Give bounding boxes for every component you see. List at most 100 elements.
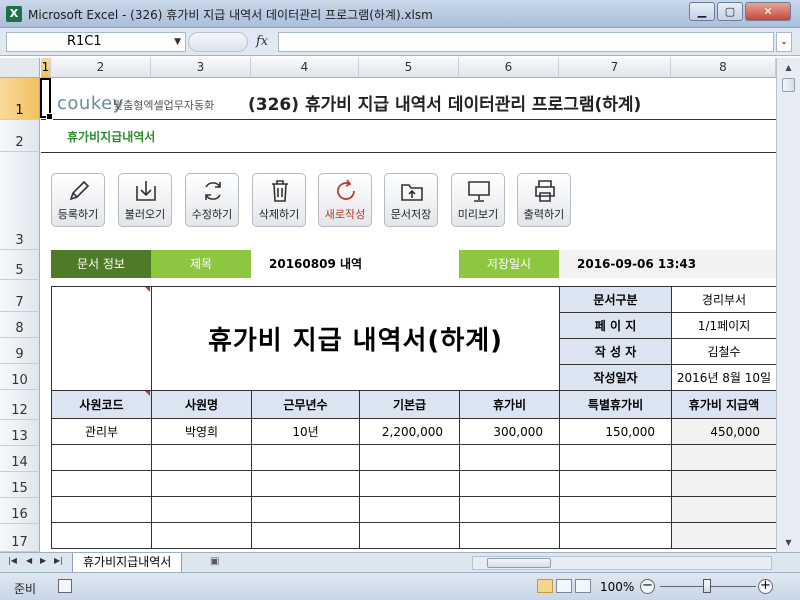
- row-header-16[interactable]: 16: [0, 498, 40, 524]
- empty-cell[interactable]: [458, 444, 561, 471]
- row-header-14[interactable]: 14: [0, 446, 40, 472]
- save-document-button[interactable]: 문서저장: [384, 173, 438, 227]
- empty-cell[interactable]: [251, 470, 360, 497]
- excel-app-icon[interactable]: X: [6, 6, 22, 22]
- doc-title-value[interactable]: 20160809 내역: [251, 250, 459, 278]
- empty-cell[interactable]: [458, 470, 561, 497]
- select-all-corner[interactable]: [0, 58, 40, 78]
- meta-value-category[interactable]: 경리부서: [671, 286, 776, 313]
- empty-cell[interactable]: [151, 470, 252, 497]
- column-header-7[interactable]: 7: [559, 58, 671, 78]
- scroll-down-icon[interactable]: ▼: [781, 535, 796, 550]
- empty-cell[interactable]: [251, 444, 360, 471]
- comment-indicator-icon[interactable]: [145, 391, 150, 396]
- empty-cell[interactable]: [559, 522, 673, 549]
- cell-employee-code[interactable]: 관리부: [51, 418, 152, 445]
- chevron-down-icon[interactable]: ▼: [174, 33, 181, 51]
- row-header-5[interactable]: 5: [0, 250, 40, 280]
- row-header-3[interactable]: 3: [0, 152, 40, 250]
- insert-function-icon[interactable]: fx: [256, 34, 268, 49]
- meta-value-author[interactable]: 김철수: [671, 338, 776, 365]
- row-header-1[interactable]: 1: [0, 78, 40, 120]
- worksheet-area[interactable]: coukey 맞춤형엑셀업무자동화 (326) 휴가비 지급 내역서 데이터관리…: [41, 79, 776, 552]
- page-break-view-icon[interactable]: [575, 579, 591, 593]
- last-sheet-icon[interactable]: ▶|: [54, 556, 63, 565]
- empty-cell[interactable]: [251, 522, 360, 549]
- column-header-8[interactable]: 8: [671, 58, 776, 78]
- row-header-7[interactable]: 7: [0, 280, 40, 312]
- document-logo-cell[interactable]: [51, 286, 152, 391]
- register-button[interactable]: 등록하기: [51, 173, 105, 227]
- cell-years-of-service[interactable]: 10년: [251, 418, 360, 445]
- empty-cell[interactable]: [51, 496, 152, 523]
- row-header-8[interactable]: 8: [0, 312, 40, 338]
- empty-cell[interactable]: [51, 470, 152, 497]
- column-header-1[interactable]: 1: [41, 58, 51, 78]
- vertical-scrollbar[interactable]: ▲ ▼: [776, 58, 800, 552]
- maximize-button[interactable]: ▢: [717, 2, 743, 21]
- column-employee-name: 사원명: [151, 390, 252, 419]
- empty-cell[interactable]: [359, 444, 460, 471]
- cell-vacation-pay[interactable]: 300,000: [458, 418, 561, 445]
- zoom-out-icon[interactable]: −: [640, 579, 655, 594]
- row-header-12[interactable]: 12: [0, 390, 40, 420]
- empty-cell[interactable]: [251, 496, 360, 523]
- print-button[interactable]: 출력하기: [517, 173, 571, 227]
- column-header-4[interactable]: 4: [251, 58, 359, 78]
- prev-sheet-icon[interactable]: ◀: [26, 556, 32, 565]
- column-header-2[interactable]: 2: [51, 58, 151, 78]
- horizontal-scroll-thumb[interactable]: [487, 558, 551, 568]
- row-header-13[interactable]: 13: [0, 420, 40, 446]
- empty-cell[interactable]: [559, 496, 673, 523]
- empty-cell[interactable]: [359, 470, 460, 497]
- horizontal-scrollbar[interactable]: [472, 556, 772, 570]
- column-header-6[interactable]: 6: [459, 58, 559, 78]
- name-box[interactable]: R1C1 ▼: [6, 32, 186, 52]
- empty-cell[interactable]: [458, 522, 561, 549]
- next-sheet-icon[interactable]: ▶: [40, 556, 46, 565]
- empty-cell[interactable]: [359, 522, 460, 549]
- column-header-5[interactable]: 5: [359, 58, 459, 78]
- empty-cell[interactable]: [51, 444, 152, 471]
- empty-cell[interactable]: [151, 496, 252, 523]
- edit-button[interactable]: 수정하기: [185, 173, 239, 227]
- zoom-slider-thumb[interactable]: [703, 579, 711, 593]
- row-header-9[interactable]: 9: [0, 338, 40, 364]
- new-document-button[interactable]: 새로작성: [318, 173, 372, 227]
- load-button[interactable]: 불러오기: [118, 173, 172, 227]
- minimize-button[interactable]: ▁: [689, 2, 715, 21]
- empty-cell[interactable]: [151, 522, 252, 549]
- cell-special-vacation-pay[interactable]: 150,000: [559, 418, 673, 445]
- meta-value-page[interactable]: 1/1페이지: [671, 312, 776, 339]
- empty-cell[interactable]: [151, 444, 252, 471]
- zoom-in-icon[interactable]: +: [758, 579, 773, 594]
- row-header-2[interactable]: 2: [0, 120, 40, 152]
- empty-cell[interactable]: [51, 522, 152, 549]
- delete-button[interactable]: 삭제하기: [252, 173, 306, 227]
- page-layout-view-icon[interactable]: [556, 579, 572, 593]
- close-button[interactable]: ✕: [745, 2, 791, 21]
- zoom-level[interactable]: 100%: [600, 580, 634, 594]
- cell-employee-name[interactable]: 박영희: [151, 418, 252, 445]
- macro-record-icon[interactable]: [58, 579, 72, 593]
- vertical-scroll-thumb[interactable]: [782, 78, 795, 92]
- row-header-17[interactable]: 17: [0, 524, 40, 552]
- cell-base-salary[interactable]: 2,200,000: [359, 418, 460, 445]
- formula-input[interactable]: [278, 32, 774, 52]
- empty-cell[interactable]: [559, 444, 673, 471]
- empty-cell[interactable]: [359, 496, 460, 523]
- row-header-15[interactable]: 15: [0, 472, 40, 498]
- first-sheet-icon[interactable]: |◀: [8, 556, 17, 565]
- scroll-up-icon[interactable]: ▲: [781, 60, 796, 75]
- normal-view-icon[interactable]: [537, 579, 553, 593]
- expand-formula-bar-icon[interactable]: ⌄: [776, 32, 792, 52]
- empty-cell[interactable]: [559, 470, 673, 497]
- column-header-3[interactable]: 3: [151, 58, 251, 78]
- insert-sheet-icon[interactable]: ▣: [210, 556, 226, 570]
- row-header-10[interactable]: 10: [0, 364, 40, 390]
- empty-cell[interactable]: [458, 496, 561, 523]
- preview-button[interactable]: 미리보기: [451, 173, 505, 227]
- comment-indicator-icon[interactable]: [145, 287, 150, 292]
- sheet-tab-active[interactable]: 휴가비지급내역서: [72, 553, 183, 573]
- meta-value-date[interactable]: 2016년 8월 10일: [671, 364, 776, 391]
